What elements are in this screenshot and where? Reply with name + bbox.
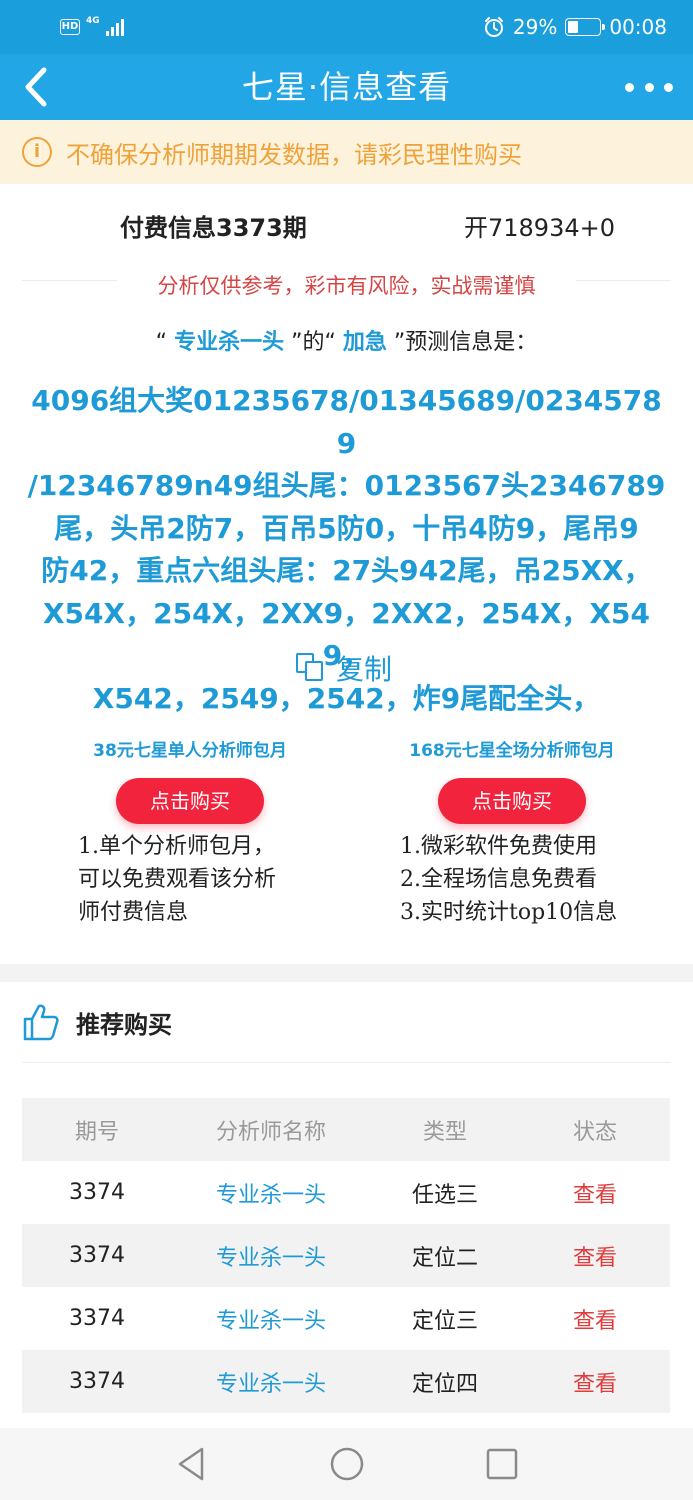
thumbs-up-icon: [23, 1004, 59, 1041]
app-screen: HD 4G 29% 00:08 七星·信息查看 i 不确保分析师期期发数据，请彩…: [0, 0, 693, 1500]
analyst-link[interactable]: 专业杀一头: [172, 1240, 370, 1272]
period-cell: 3374: [69, 1369, 125, 1394]
table-row: 3374 专业杀一头 定位三 查看: [22, 1287, 670, 1350]
prediction-line: /12346789n49组头尾：0123567头2346789: [27, 469, 666, 502]
package-desc-line: 2.全程场信息免费看: [400, 867, 597, 892]
network-label: 4G: [86, 16, 100, 26]
package-desc: 1.单个分析师包月， 可以免费观看该分析 师付费信息: [40, 830, 340, 929]
type-cell: 定位二: [411, 1245, 478, 1271]
battery-percent: 29%: [512, 15, 558, 39]
copy-button[interactable]: 复制: [296, 646, 392, 690]
table-header: 期号 分析师名称 类型 状态: [22, 1098, 670, 1161]
package-desc-line: 3.实时统计top10信息: [400, 900, 618, 925]
back-triangle-icon[interactable]: [172, 1444, 212, 1484]
intro-tail: ”预测信息是：: [393, 330, 538, 355]
notice-banner: i 不确保分析师期期发数据，请彩民理性购买: [0, 120, 693, 184]
package-title: 168元七星全场分析师包月: [409, 741, 615, 761]
divider: [22, 1062, 671, 1063]
section-gap: [0, 964, 693, 982]
more-button[interactable]: [625, 76, 673, 98]
buy-button[interactable]: 点击购买: [116, 778, 264, 824]
view-link[interactable]: 查看: [520, 1366, 670, 1398]
risk-warning: 分析仅供参考，彩市有风险，实战需谨慎: [157, 274, 536, 298]
status-bar: HD 4G 29% 00:08: [0, 0, 693, 54]
prediction-label: 加急: [342, 330, 387, 355]
table-row: 3374 专业杀一头 定位二 查看: [22, 1224, 670, 1287]
back-button[interactable]: [14, 64, 62, 110]
prediction-line: 尾，头吊2防7，百吊5防0，十吊4防9，尾吊9: [54, 511, 639, 545]
battery-fill: [568, 21, 579, 33]
notice-text: 不确保分析师期期发数据，请彩民理性购买: [66, 140, 522, 169]
package-all: 168元七星全场分析师包月 点击购买 1.微彩软件免费使用 2.全程场信息免费看…: [362, 736, 662, 929]
period-cell: 3374: [69, 1180, 125, 1205]
prediction-line: 防42，重点六组头尾：27头942尾，吊25XX，: [41, 554, 652, 587]
status-left: HD 4G: [60, 14, 124, 40]
status-right: 29% 00:08: [483, 12, 667, 42]
view-link[interactable]: 查看: [520, 1303, 670, 1335]
analyst-link[interactable]: 专业杀一头: [172, 1177, 370, 1209]
analyst-link[interactable]: 专业杀一头: [172, 1303, 370, 1335]
type-cell: 定位三: [411, 1308, 478, 1334]
recommend-title: 推荐购买: [76, 1010, 172, 1039]
package-desc-line: 可以免费观看该分析: [78, 867, 277, 892]
recommend-table: 期号 分析师名称 类型 状态 3374 专业杀一头 任选三 查看 3374 专业…: [22, 1098, 670, 1413]
column-header: 类型: [422, 1119, 467, 1145]
table-row: 3374 专业杀一头 任选三 查看: [22, 1161, 670, 1224]
period-cell: 3374: [69, 1306, 125, 1331]
view-link[interactable]: 查看: [520, 1240, 670, 1272]
alarm-icon: [484, 17, 503, 37]
prediction-line: 4096组大奖01235678/01345689/02345789: [31, 384, 662, 460]
prediction-intro: “ 专业杀一头 ”的“ 加急 ”预测信息是：: [0, 324, 693, 356]
package-desc-line: 1.微彩软件免费使用: [400, 834, 597, 859]
column-header: 分析师名称: [215, 1119, 326, 1145]
copy-icon: [296, 653, 326, 683]
package-desc-line: 1.单个分析师包月，: [78, 834, 275, 859]
hd-icon: HD: [60, 19, 80, 35]
column-header: 期号: [74, 1119, 119, 1145]
more-dots-icon: [625, 82, 634, 92]
page-title: 七星·信息查看: [241, 68, 452, 106]
copy-label: 复制: [336, 653, 393, 686]
draw-result: 开718934+0: [464, 214, 615, 242]
type-cell: 任选三: [411, 1182, 478, 1208]
battery-icon: [565, 18, 606, 36]
analyst-name: 专业杀一头: [174, 330, 285, 355]
package-title: 38元七星单人分析师包月: [93, 741, 287, 761]
period-cell: 3374: [69, 1243, 125, 1268]
nav-bar: 七星·信息查看: [0, 54, 693, 120]
table-row: 3374 专业杀一头 定位四 查看: [22, 1350, 670, 1413]
paid-period-title: 付费信息3373期: [120, 214, 307, 242]
package-desc: 1.微彩软件免费使用 2.全程场信息免费看 3.实时统计top10信息: [362, 830, 662, 929]
type-cell: 定位四: [411, 1371, 478, 1397]
more-dot: [664, 82, 673, 92]
clock: 00:08: [609, 15, 667, 39]
system-nav-bar: [0, 1428, 693, 1500]
column-header: 状态: [572, 1119, 617, 1145]
recommend-header: 推荐购买: [22, 1000, 172, 1044]
more-dot: [644, 82, 654, 92]
chevron-left-icon: [25, 67, 47, 107]
package-single: 38元七星单人分析师包月 点击购买 1.单个分析师包月， 可以免费观看该分析 师…: [40, 736, 340, 929]
home-circle-icon[interactable]: [327, 1444, 367, 1484]
view-link[interactable]: 查看: [520, 1177, 670, 1209]
package-desc-line: 师付费信息: [78, 900, 189, 925]
recent-square-icon[interactable]: [482, 1444, 522, 1484]
quote-open: “: [155, 330, 168, 355]
signal-icon: [105, 18, 124, 36]
intro-mid: ”的“: [291, 330, 336, 355]
analyst-link[interactable]: 专业杀一头: [172, 1366, 370, 1398]
buy-button[interactable]: 点击购买: [438, 778, 586, 824]
info-icon: i: [22, 137, 52, 167]
